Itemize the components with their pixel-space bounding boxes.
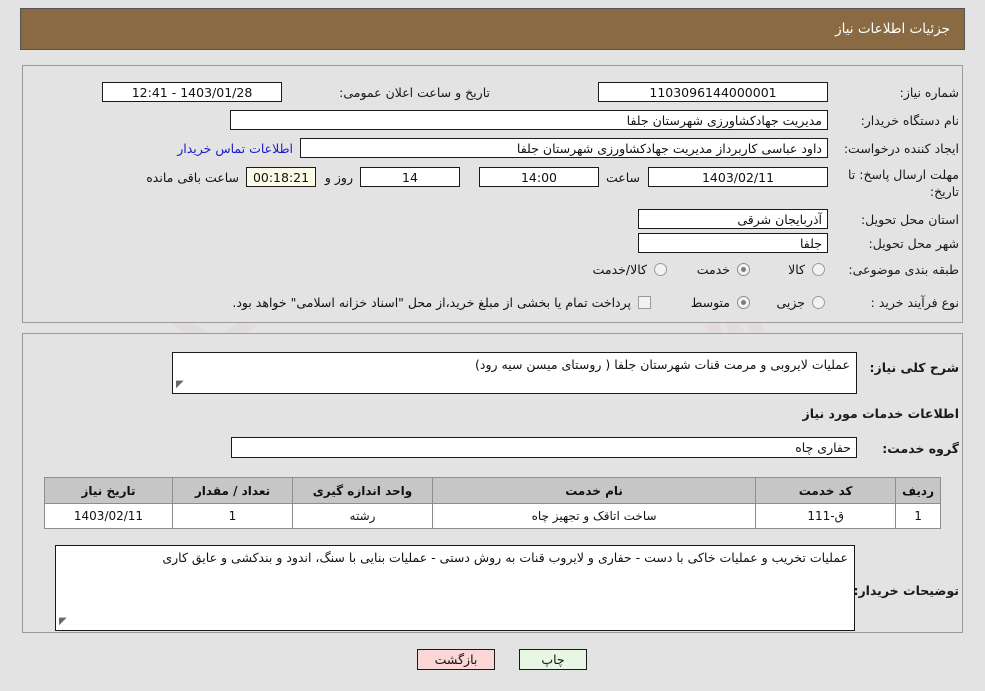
buyer-org-field[interactable]: مدیریت جهادکشاورزی شهرستان جلفا [230,110,828,130]
creator-field[interactable]: داود عباسی کاربرداز مدیریت جهادکشاورزی ش… [300,138,828,158]
process-label: نوع فرآیند خرید : [870,295,959,310]
services-table: ردیف کد خدمت نام خدمت واحد اندازه گیری ت… [44,477,941,529]
city-field[interactable]: جلفا [638,233,828,253]
days-field[interactable]: 14 [360,167,460,187]
service-group-label: گروه خدمت: [882,441,959,456]
td-need-date: 1403/02/11 [44,503,173,529]
radio-label-kala: کالا [788,262,805,277]
radio-label-jozei: جزیی [776,295,805,310]
back-button[interactable]: بازگشت [417,649,495,670]
th-unit: واحد اندازه گیری [292,477,433,504]
radio-category-kala[interactable] [812,263,825,276]
radio-category-kala-khedmat[interactable] [654,263,667,276]
general-desc-label: شرح کلی نیاز: [869,360,959,375]
resize-grip-icon[interactable]: ◤ [176,378,184,393]
th-qty: تعداد / مقدار [172,477,293,504]
category-label: طبقه بندی موضوعی: [848,262,959,277]
th-name: نام خدمت [431,477,757,504]
th-code: کد خدمت [755,477,897,504]
services-section-heading: اطلاعات خدمات مورد نیاز [802,406,960,421]
print-button[interactable]: چاپ [519,649,587,670]
countdown-timer-field: 00:18:21 [246,167,316,187]
radio-label-motavaset: متوسط [690,295,730,310]
td-qty: 1 [172,503,293,529]
resize-grip-icon-notes[interactable]: ◤ [59,615,67,630]
time-label: ساعت [605,170,640,185]
general-desc-text: عملیات لایروبی و مرمت قنات شهرستان جلفا … [475,357,850,372]
td-code: ق-111 [755,503,897,529]
remaining-label: ساعت باقی مانده [146,170,239,185]
radio-process-motavaset[interactable] [737,296,750,309]
buyer-contact-link[interactable]: اطلاعات تماس خریدار [177,141,293,156]
td-row: 1 [895,503,941,529]
buyer-notes-textarea[interactable]: عملیات تخریب و عملیات خاکی با دست - حفار… [55,545,855,631]
buyer-org-label: نام دستگاه خریدار: [860,113,959,128]
province-label: استان محل تحویل: [860,212,959,227]
creator-label: ایجاد کننده درخواست: [843,141,959,156]
page-root: جزئیات اطلاعات نیاز AriaTender.net شماره… [0,0,985,691]
deadline-label-text: مهلت ارسال پاسخ: تا تاریخ: [848,167,959,199]
table-header-row: ردیف کد خدمت نام خدمت واحد اندازه گیری ت… [44,477,941,504]
days-label: روز و [324,170,353,185]
radio-category-khedmat[interactable] [737,263,750,276]
public-announce-label: تاریخ و ساعت اعلان عمومی: [339,85,490,100]
service-group-field[interactable]: حفاری چاه [231,437,857,458]
radio-label-kala-khedmat: کالا/خدمت [592,262,647,277]
buyer-notes-text: عملیات تخریب و عملیات خاکی با دست - حفار… [162,550,848,565]
radio-label-khedmat: خدمت [696,262,730,277]
td-name: ساخت اتاقک و تجهیز چاه [431,503,757,529]
public-announce-field[interactable]: 1403/01/28 - 12:41 [102,82,282,102]
th-need-date: تاریخ نیاز [44,477,173,504]
city-label: شهر محل تحویل: [868,236,959,251]
td-unit: رشته [292,503,433,529]
deadline-date-field[interactable]: 1403/02/11 [648,167,828,187]
deadline-time-field[interactable]: 14:00 [479,167,599,187]
deadline-label: مهلت ارسال پاسخ: تا تاریخ: [839,167,959,201]
page-title: جزئیات اطلاعات نیاز [835,21,950,37]
general-desc-textarea[interactable]: عملیات لایروبی و مرمت قنات شهرستان جلفا … [172,352,857,394]
treasury-note-text: پرداخت تمام یا بخشی از مبلغ خرید،از محل … [232,295,631,310]
province-field[interactable]: آذربایجان شرقی [638,209,828,229]
page-title-bar: جزئیات اطلاعات نیاز [20,8,965,50]
buyer-notes-label: توضیحات خریدار: [853,583,959,598]
need-number-field[interactable]: 1103096144000001 [598,82,828,102]
need-info-panel [22,65,963,323]
need-number-label: شماره نیاز: [899,85,959,100]
radio-process-jozei[interactable] [812,296,825,309]
table-row: 1 ق-111 ساخت اتاقک و تجهیز چاه رشته 1 14… [44,503,941,529]
th-row: ردیف [895,477,941,504]
treasury-checkbox[interactable] [638,296,651,309]
